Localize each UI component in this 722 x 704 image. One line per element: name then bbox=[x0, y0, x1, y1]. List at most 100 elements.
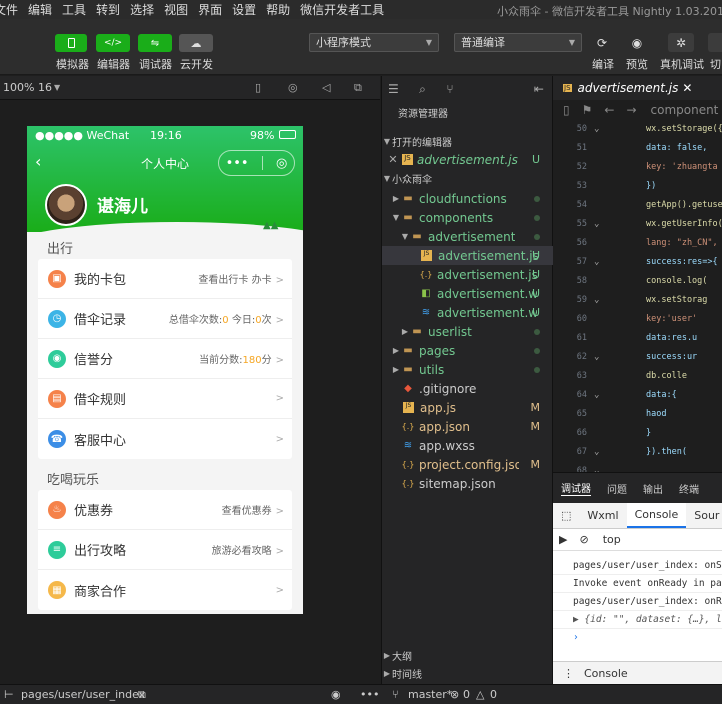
fold-icon[interactable]: ⌄ bbox=[594, 348, 599, 367]
fold-icon[interactable]: ⌄ bbox=[594, 215, 599, 234]
fold-icon[interactable]: ⌄ bbox=[594, 443, 599, 462]
fold-icon[interactable]: ⌄ bbox=[594, 386, 599, 405]
code-line[interactable]: 61 data:res.u bbox=[553, 329, 722, 348]
breadcrumb-component[interactable]: component bbox=[651, 103, 719, 117]
menu-help[interactable]: 帮助 bbox=[266, 1, 290, 18]
tree-item-advertisement-js[interactable]: JS advertisement.js U bbox=[382, 246, 554, 265]
code-line[interactable]: 52 key: 'zhuangta bbox=[553, 158, 722, 177]
code-line[interactable]: 64 ⌄ data:{ bbox=[553, 386, 722, 405]
project-header[interactable]: ▼ 小众雨伞 bbox=[382, 169, 554, 188]
tree-item-pages[interactable]: ▶ ▬ pages bbox=[382, 341, 554, 360]
menu-devtools[interactable]: 微信开发者工具 bbox=[300, 1, 384, 18]
capsule-menu[interactable]: ••• ◎ bbox=[218, 150, 295, 176]
list-item-coupons[interactable]: ♨ 优惠券 查看优惠券 > bbox=[38, 490, 292, 530]
caret-down-icon[interactable]: ▼ bbox=[54, 83, 60, 92]
code-line[interactable]: 51 data: false, bbox=[553, 139, 722, 158]
eye-icon[interactable]: ◉ bbox=[331, 688, 341, 701]
avatar[interactable] bbox=[45, 184, 87, 226]
code-line[interactable]: 65 haod bbox=[553, 405, 722, 424]
copy-icon[interactable]: ⧉ bbox=[138, 688, 146, 702]
cut-button[interactable] bbox=[708, 33, 722, 52]
record-icon[interactable]: ◎ bbox=[288, 81, 298, 94]
tree-item-utils[interactable]: ▶ ▬ utils bbox=[382, 360, 554, 379]
code-line[interactable]: 50 ⌄ wx.setStorage({ bbox=[553, 120, 722, 139]
error-count[interactable]: 0 bbox=[463, 688, 470, 701]
list-item-card-wallet[interactable]: ▣ 我的卡包 查看出行卡 办卡 > bbox=[38, 259, 292, 299]
fold-icon[interactable]: ⌄ bbox=[594, 462, 599, 472]
more-icon[interactable]: ••• bbox=[360, 688, 379, 701]
search-icon[interactable]: ⌕ bbox=[419, 82, 426, 97]
outline-section[interactable]: ▶ 大纲 bbox=[382, 646, 554, 665]
back-arrow-icon[interactable]: ← bbox=[604, 103, 614, 117]
list-item-rules[interactable]: ▤ 借伞规则 > bbox=[38, 379, 292, 419]
expand-icon[interactable]: ⧉ bbox=[354, 81, 362, 95]
menu-tools[interactable]: 工具 bbox=[62, 1, 86, 18]
menu-interface[interactable]: 界面 bbox=[198, 1, 222, 18]
zoom-select[interactable]: 100% 16 bbox=[3, 81, 52, 94]
editor-button[interactable]: </> bbox=[96, 34, 130, 52]
tree-item-cloudfunctions[interactable]: ▶ ▬ cloudfunctions bbox=[382, 189, 554, 208]
console-object[interactable]: ▶ {id: "", dataset: {…}, le bbox=[553, 611, 722, 629]
tree-item-app-js[interactable]: JS app.js M bbox=[382, 398, 554, 417]
list-item-service[interactable]: ☎ 客服中心 > bbox=[38, 419, 292, 459]
menu-view[interactable]: 视图 bbox=[164, 1, 188, 18]
list-item-guide[interactable]: ≡ 出行攻略 旅游必看攻略 > bbox=[38, 530, 292, 570]
code-line[interactable]: 63 db.colle bbox=[553, 367, 722, 386]
clear-icon[interactable]: ⊘ bbox=[579, 533, 588, 546]
tree-item-sitemap-json[interactable]: {.} sitemap.json bbox=[382, 474, 554, 493]
menu-goto[interactable]: 转到 bbox=[96, 1, 120, 18]
tree-item-userlist[interactable]: ▶ ▬ userlist bbox=[382, 322, 554, 341]
tree-item-advertisement[interactable]: ▼ ▬ advertisement bbox=[382, 227, 554, 246]
tab-sources[interactable]: Sour bbox=[694, 509, 719, 522]
code-line[interactable]: 66 } bbox=[553, 424, 722, 443]
status-left-icon[interactable]: ⊢ bbox=[4, 688, 14, 701]
compile-mode-select[interactable]: 普通编译 ▼ bbox=[454, 33, 582, 52]
code-line[interactable]: 62 ⌄ success:ur bbox=[553, 348, 722, 367]
tree-item-components[interactable]: ▼ ▬ components bbox=[382, 208, 554, 227]
mode-select[interactable]: 小程序模式 ▼ bbox=[309, 33, 439, 52]
console-prompt[interactable]: › bbox=[553, 629, 722, 647]
editor-tab[interactable]: JS advertisement.js ✕ bbox=[553, 76, 722, 100]
code-line[interactable]: 54 getApp().getuser bbox=[553, 196, 722, 215]
code-line[interactable]: 67 ⌄ }).then( bbox=[553, 443, 722, 462]
code-line[interactable]: 59 ⌄ wx.setStorag bbox=[553, 291, 722, 310]
more-icon[interactable]: ••• bbox=[226, 156, 249, 171]
list-item-borrow-record[interactable]: ◷ 借伞记录 总借伞次数:0 今日:0次 > bbox=[38, 299, 292, 339]
menu-select[interactable]: 选择 bbox=[130, 1, 154, 18]
code-line[interactable]: 56 lang: "zh_CN", bbox=[553, 234, 722, 253]
files-icon[interactable]: ☰ bbox=[388, 82, 399, 96]
menu-file[interactable]: 文件 bbox=[0, 1, 18, 18]
timeline-section[interactable]: ▶ 时间线 bbox=[382, 664, 554, 683]
menu-settings[interactable]: 设置 bbox=[232, 1, 256, 18]
menu-edit[interactable]: 编辑 bbox=[28, 1, 52, 18]
code-line[interactable]: 58 console.log( bbox=[553, 272, 722, 291]
warning-count[interactable]: 0 bbox=[490, 688, 497, 701]
tab-problems[interactable]: 问题 bbox=[607, 481, 627, 496]
list-item-merchant[interactable]: ▦ 商家合作 > bbox=[38, 570, 292, 610]
tree-item-advertisement-wxss[interactable]: ≋ advertisement.wxssU bbox=[382, 303, 554, 322]
fold-icon[interactable]: ⌄ bbox=[594, 253, 599, 272]
git-icon[interactable]: ⑂ bbox=[446, 82, 453, 96]
code-line[interactable]: 53}) bbox=[553, 177, 722, 196]
debugger-button[interactable]: ⇋ bbox=[138, 34, 172, 52]
tree-item-advertisement-json[interactable]: {.} advertisement.jsonU bbox=[382, 265, 554, 284]
code-line[interactable]: 55 ⌄ wx.getUserInfo({ bbox=[553, 215, 722, 234]
code-line[interactable]: 57 ⌄ success:res=>{ bbox=[553, 253, 722, 272]
cloud-button[interactable]: ☁ bbox=[179, 34, 213, 52]
list-item-credit-score[interactable]: ◉ 信誉分 当前分数:180分 > bbox=[38, 339, 292, 379]
close-icon[interactable]: ✕ bbox=[388, 153, 398, 166]
tab-terminal[interactable]: 终端 bbox=[679, 481, 699, 496]
tree-item-app-json[interactable]: {.} app.json M bbox=[382, 417, 554, 436]
tree-item-advertisement-wxml[interactable]: ◧ advertisement.wxmlU bbox=[382, 284, 554, 303]
kebab-menu-icon[interactable]: ⋮ bbox=[563, 667, 574, 680]
volume-icon[interactable]: ◁ bbox=[322, 81, 330, 94]
close-icon[interactable]: ✕ bbox=[682, 81, 692, 95]
tab-console[interactable]: Console bbox=[626, 503, 687, 528]
code-line[interactable]: 60 key:'user' bbox=[553, 310, 722, 329]
preview-button[interactable]: ◉ bbox=[624, 33, 650, 52]
bookmark-icon[interactable]: ⚑ bbox=[582, 103, 593, 117]
open-editor-item[interactable]: ✕ JS advertisement.js U bbox=[382, 150, 554, 169]
open-editors-header[interactable]: ▼ 打开的编辑器 bbox=[382, 132, 554, 151]
real-debug-button[interactable]: ✲ bbox=[668, 33, 694, 52]
forward-arrow-icon[interactable]: → bbox=[626, 103, 636, 117]
